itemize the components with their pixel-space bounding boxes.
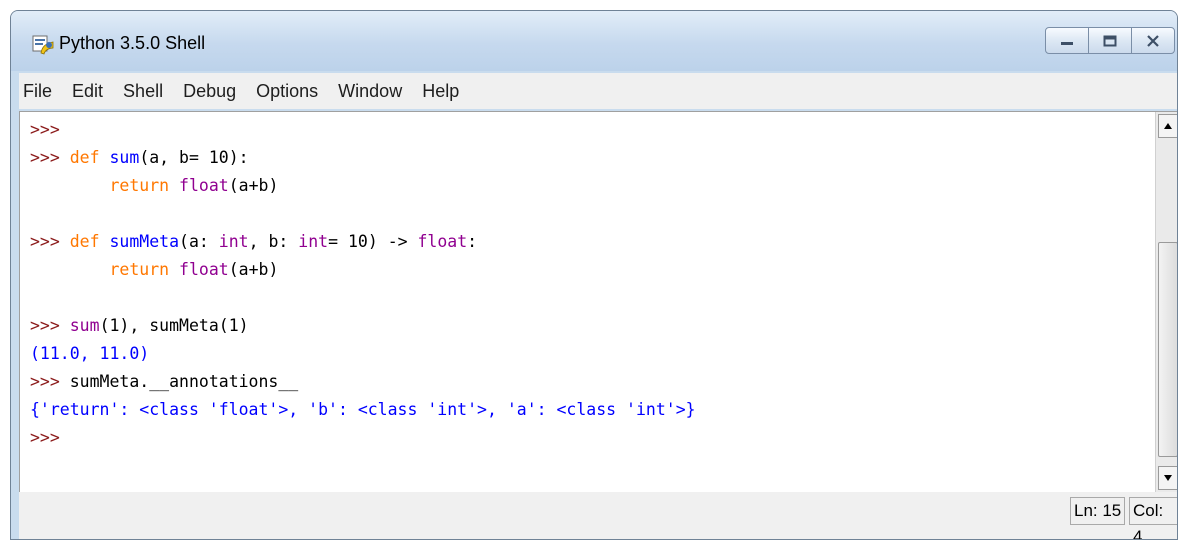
minimize-button[interactable] <box>1045 27 1089 54</box>
token-bi: float <box>179 260 229 279</box>
minimize-icon <box>1061 41 1073 45</box>
window-title: Python 3.5.0 Shell <box>59 33 206 53</box>
status-column-number: Col: 4 <box>1129 497 1177 539</box>
maximize-button[interactable] <box>1088 27 1132 54</box>
token-bi: int <box>298 232 329 251</box>
token-kw: def <box>69 148 100 167</box>
token-text: sumMeta.__annotations__ <box>69 372 299 391</box>
shell-line: return float(a+b) <box>30 256 696 284</box>
scroll-down-button[interactable] <box>1158 466 1177 490</box>
token-kw: def <box>69 232 100 251</box>
menu-edit[interactable]: Edit <box>62 81 113 102</box>
scrollbar-thumb[interactable] <box>1158 242 1177 457</box>
token-text: (a+b) <box>228 260 279 279</box>
token-text: , b: <box>248 232 299 251</box>
menu-shell[interactable]: Shell <box>113 81 173 102</box>
token-def: sumMeta <box>109 232 180 251</box>
menu-help[interactable]: Help <box>412 81 469 102</box>
menu-debug[interactable]: Debug <box>173 81 246 102</box>
scroll-up-button[interactable] <box>1158 114 1177 138</box>
scroll-down-arrow-icon <box>1164 475 1172 481</box>
menu-bar: File Edit Shell Debug Options Window Hel… <box>19 73 1177 109</box>
token-kw: return <box>109 176 170 195</box>
token-text: (a: <box>179 232 219 251</box>
vertical-scrollbar[interactable] <box>1155 112 1177 492</box>
status-line-number: Ln: 15 <box>1070 497 1126 525</box>
close-icon <box>1147 34 1159 47</box>
shell-line: >>> sum(1), sumMeta(1) <box>30 312 696 340</box>
shell-line: >>> sumMeta.__annotations__ <box>30 368 696 396</box>
menu-file[interactable]: File <box>19 81 62 102</box>
shell-line: >>> <box>30 116 696 144</box>
menu-options[interactable]: Options <box>246 81 328 102</box>
token-prompt: >>> <box>30 232 70 251</box>
shell-line: return float(a+b) <box>30 172 696 200</box>
token-bi: float <box>179 176 229 195</box>
token-prompt: >>> <box>30 148 70 167</box>
menu-window[interactable]: Window <box>328 81 412 102</box>
shell-text-area[interactable]: >>> >>> def sum(a, b= 10): return float(… <box>30 116 696 452</box>
token-out: {'return': <class 'float'>, 'b': <class … <box>30 400 696 419</box>
shell-line: >>> def sumMeta(a: int, b: int= 10) -> f… <box>30 228 696 256</box>
token-kw: return <box>109 260 170 279</box>
token-bi: float <box>417 232 468 251</box>
status-bar: Ln: 15 Col: 4 <box>19 492 1177 539</box>
shell-editor[interactable]: >>> >>> def sum(a, b= 10): return float(… <box>19 111 1177 492</box>
token-prompt: >>> <box>30 120 70 139</box>
scroll-up-arrow-icon <box>1164 123 1172 129</box>
shell-line: >>> def sum(a, b= 10): <box>30 144 696 172</box>
token-bi: int <box>218 232 249 251</box>
token-prompt: >>> <box>30 372 70 391</box>
shell-line: (11.0, 11.0) <box>30 340 696 368</box>
token-out: (11.0, 11.0) <box>30 344 150 363</box>
maximize-icon <box>1103 35 1117 46</box>
shell-line: >>> <box>30 424 696 452</box>
token-text: : <box>467 232 478 251</box>
python-shell-icon <box>32 35 54 55</box>
token-text: = 10) -> <box>328 232 418 251</box>
title-bar[interactable]: Python 3.5.0 Shell <box>11 11 1177 71</box>
token-def: sum <box>109 148 140 167</box>
window-caption-buttons <box>1045 27 1175 54</box>
token-prompt: >>> <box>30 428 70 447</box>
shell-line: {'return': <class 'float'>, 'b': <class … <box>30 396 696 424</box>
token-bi: sum <box>69 316 100 335</box>
token-text: (a, b= 10): <box>139 148 249 167</box>
token-text: (1), sumMeta(1) <box>99 316 249 335</box>
token-text: (a+b) <box>228 176 279 195</box>
idle-shell-window: Python 3.5.0 Shell File Edit Shell Debug… <box>10 10 1178 540</box>
token-prompt: >>> <box>30 316 70 335</box>
close-button[interactable] <box>1131 27 1175 54</box>
